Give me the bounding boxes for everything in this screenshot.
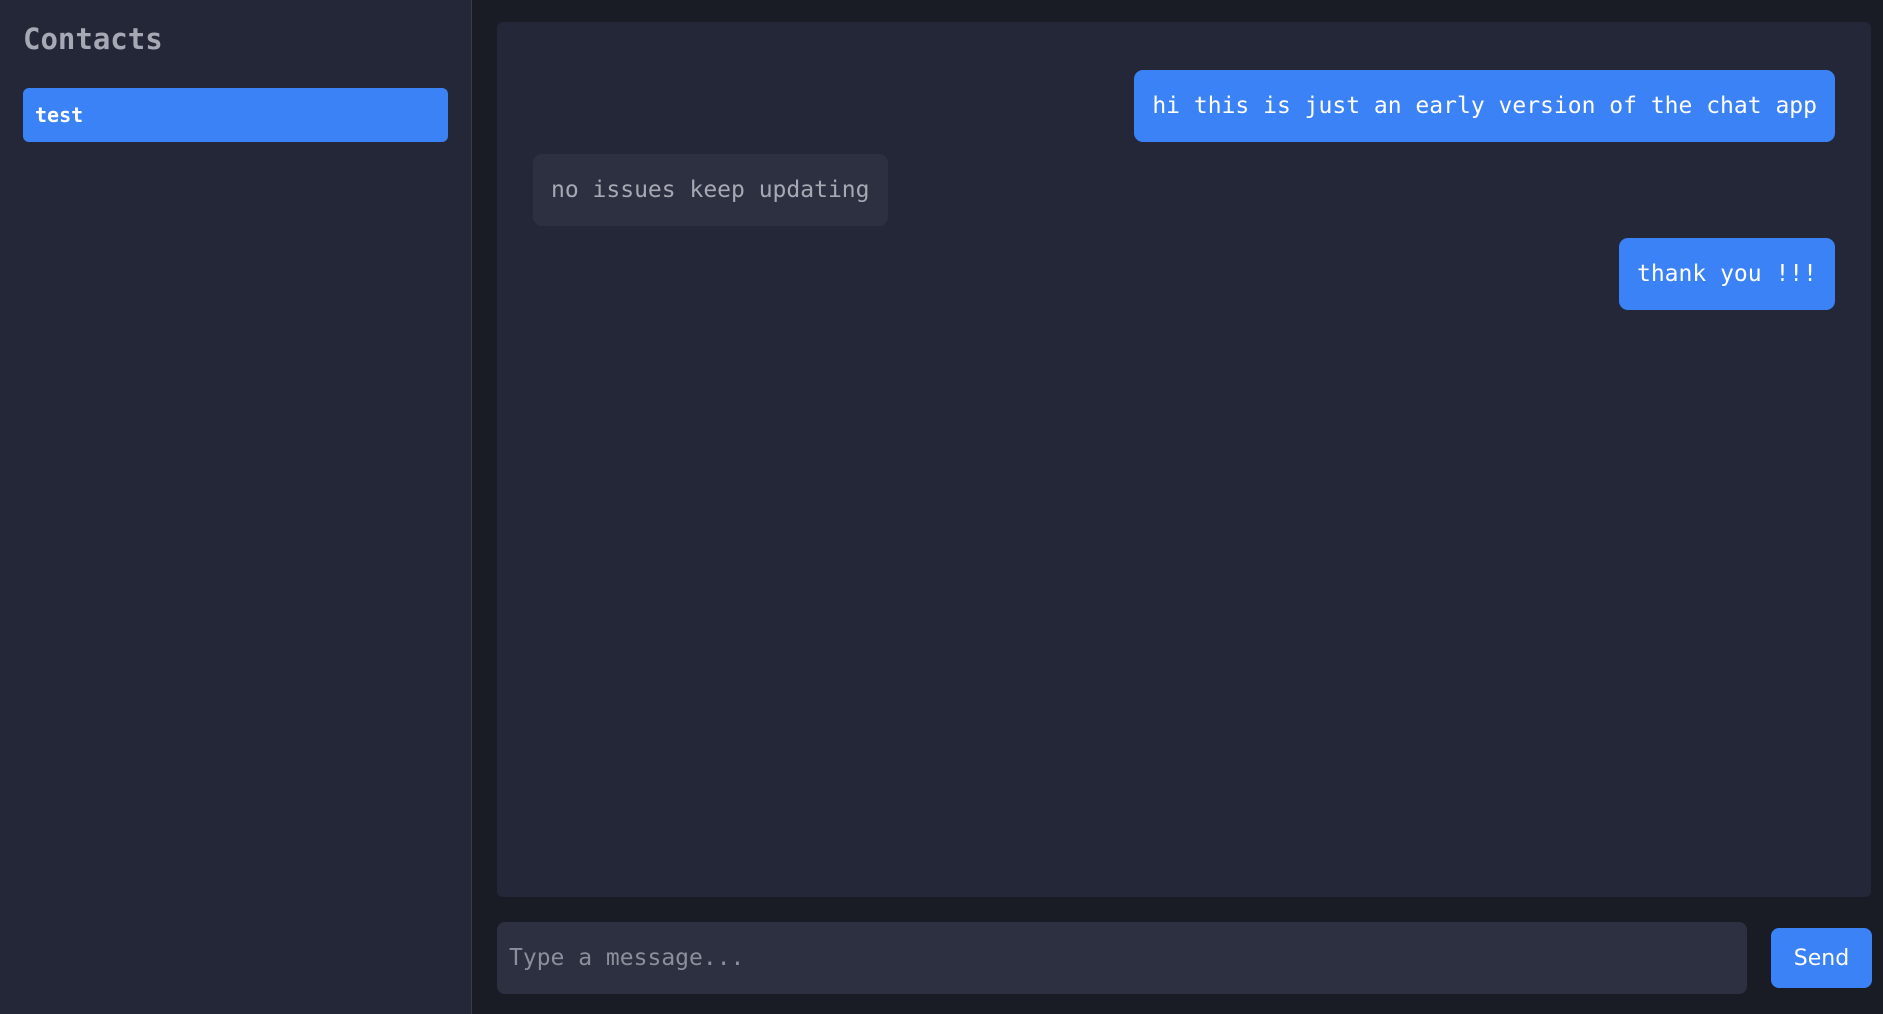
- contacts-sidebar: Contacts test: [0, 0, 472, 1014]
- contacts-heading: Contacts: [23, 22, 163, 56]
- message-list: hi this is just an early version of the …: [497, 22, 1871, 897]
- message-bubble-incoming: no issues keep updating: [533, 154, 888, 226]
- message-input[interactable]: [497, 922, 1747, 994]
- message-bubble-outgoing: thank you !!!: [1618, 238, 1835, 310]
- contact-item-test[interactable]: test: [23, 88, 448, 142]
- send-button[interactable]: Send: [1771, 928, 1872, 988]
- message-bubble-outgoing: hi this is just an early version of the …: [1134, 70, 1835, 142]
- chat-app: Contacts test hi this is just an early v…: [0, 0, 1883, 1014]
